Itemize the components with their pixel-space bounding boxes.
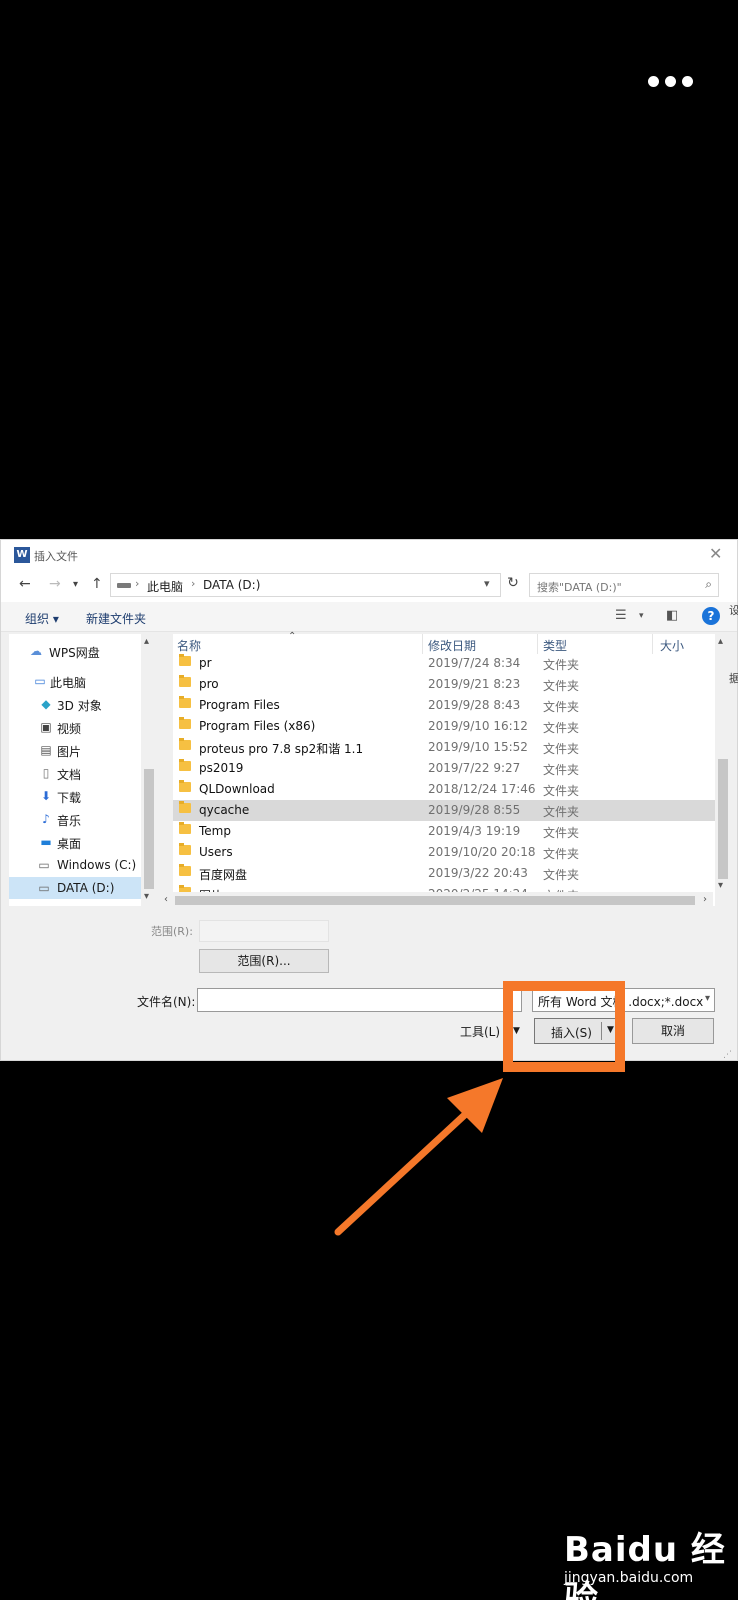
annotation-arrow <box>334 1078 503 1236</box>
baidu-watermark: Baidu 经验 jingyan.baidu.com <box>560 1510 730 1600</box>
watermark-brand: Baidu 经验 <box>564 1530 726 1600</box>
watermark-site: jingyan.baidu.com <box>564 1570 694 1586</box>
arrow-shaft <box>334 1106 474 1236</box>
